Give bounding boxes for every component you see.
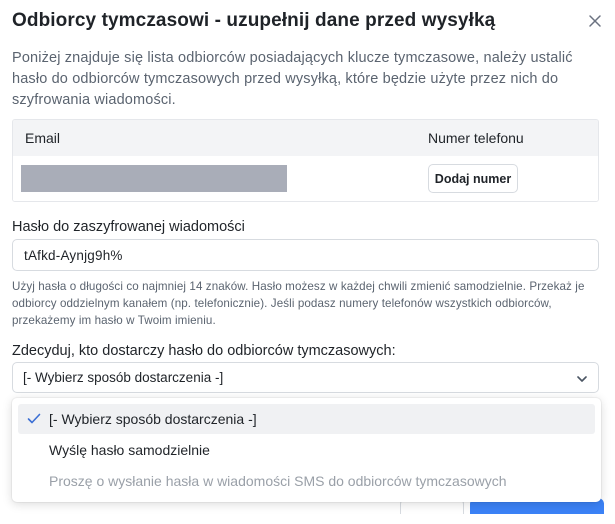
recipients-table: Email Numer telefonu Dodaj numer (12, 119, 599, 202)
column-header-phone: Numer telefonu (428, 130, 524, 146)
redacted-email (21, 165, 287, 192)
delivery-method-dropdown: [- Wybierz sposób dostarczenia -] Wyślę … (12, 398, 601, 502)
check-icon (27, 413, 41, 424)
password-input[interactable] (12, 239, 599, 271)
option-label: Proszę o wysłanie hasła w wiadomości SMS… (49, 473, 507, 489)
close-button[interactable] (584, 10, 606, 32)
password-hint: Użyj hasła o długości co najmniej 14 zna… (12, 280, 585, 327)
delivery-method-label: Zdecyduj, kto dostarczy hasło do odbiorc… (12, 343, 396, 359)
delivery-method-selected-value: [- Wybierz sposób dostarczenia -] (23, 370, 224, 385)
table-header: Email Numer telefonu (13, 120, 598, 156)
close-icon (589, 15, 601, 27)
table-row: Dodaj numer (13, 156, 598, 201)
column-header-email: Email (25, 130, 61, 146)
delivery-method-select[interactable]: [- Wybierz sposób dostarczenia -] (12, 362, 599, 393)
password-label: Hasło do zaszyfrowanej wiadomości (12, 219, 245, 235)
option-label: Wyślę hasło samodzielnie (49, 442, 210, 458)
add-number-button[interactable]: Dodaj numer (428, 164, 518, 193)
delivery-option-self[interactable]: Wyślę hasło samodzielnie (18, 435, 595, 465)
intro-text: Poniżej znajduje się lista odbiorców pos… (12, 50, 573, 108)
temporary-recipients-dialog: Odbiorcy tymczasowi - uzupełnij dane prz… (0, 0, 615, 524)
chevron-down-icon (577, 376, 587, 382)
delivery-option-placeholder[interactable]: [- Wybierz sposób dostarczenia -] (18, 404, 595, 434)
dialog-title: Odbiorcy tymczasowi - uzupełnij dane prz… (12, 10, 496, 31)
delivery-option-sms: Proszę o wysłanie hasła w wiadomości SMS… (18, 466, 595, 496)
option-label: [- Wybierz sposób dostarczenia -] (49, 411, 257, 427)
